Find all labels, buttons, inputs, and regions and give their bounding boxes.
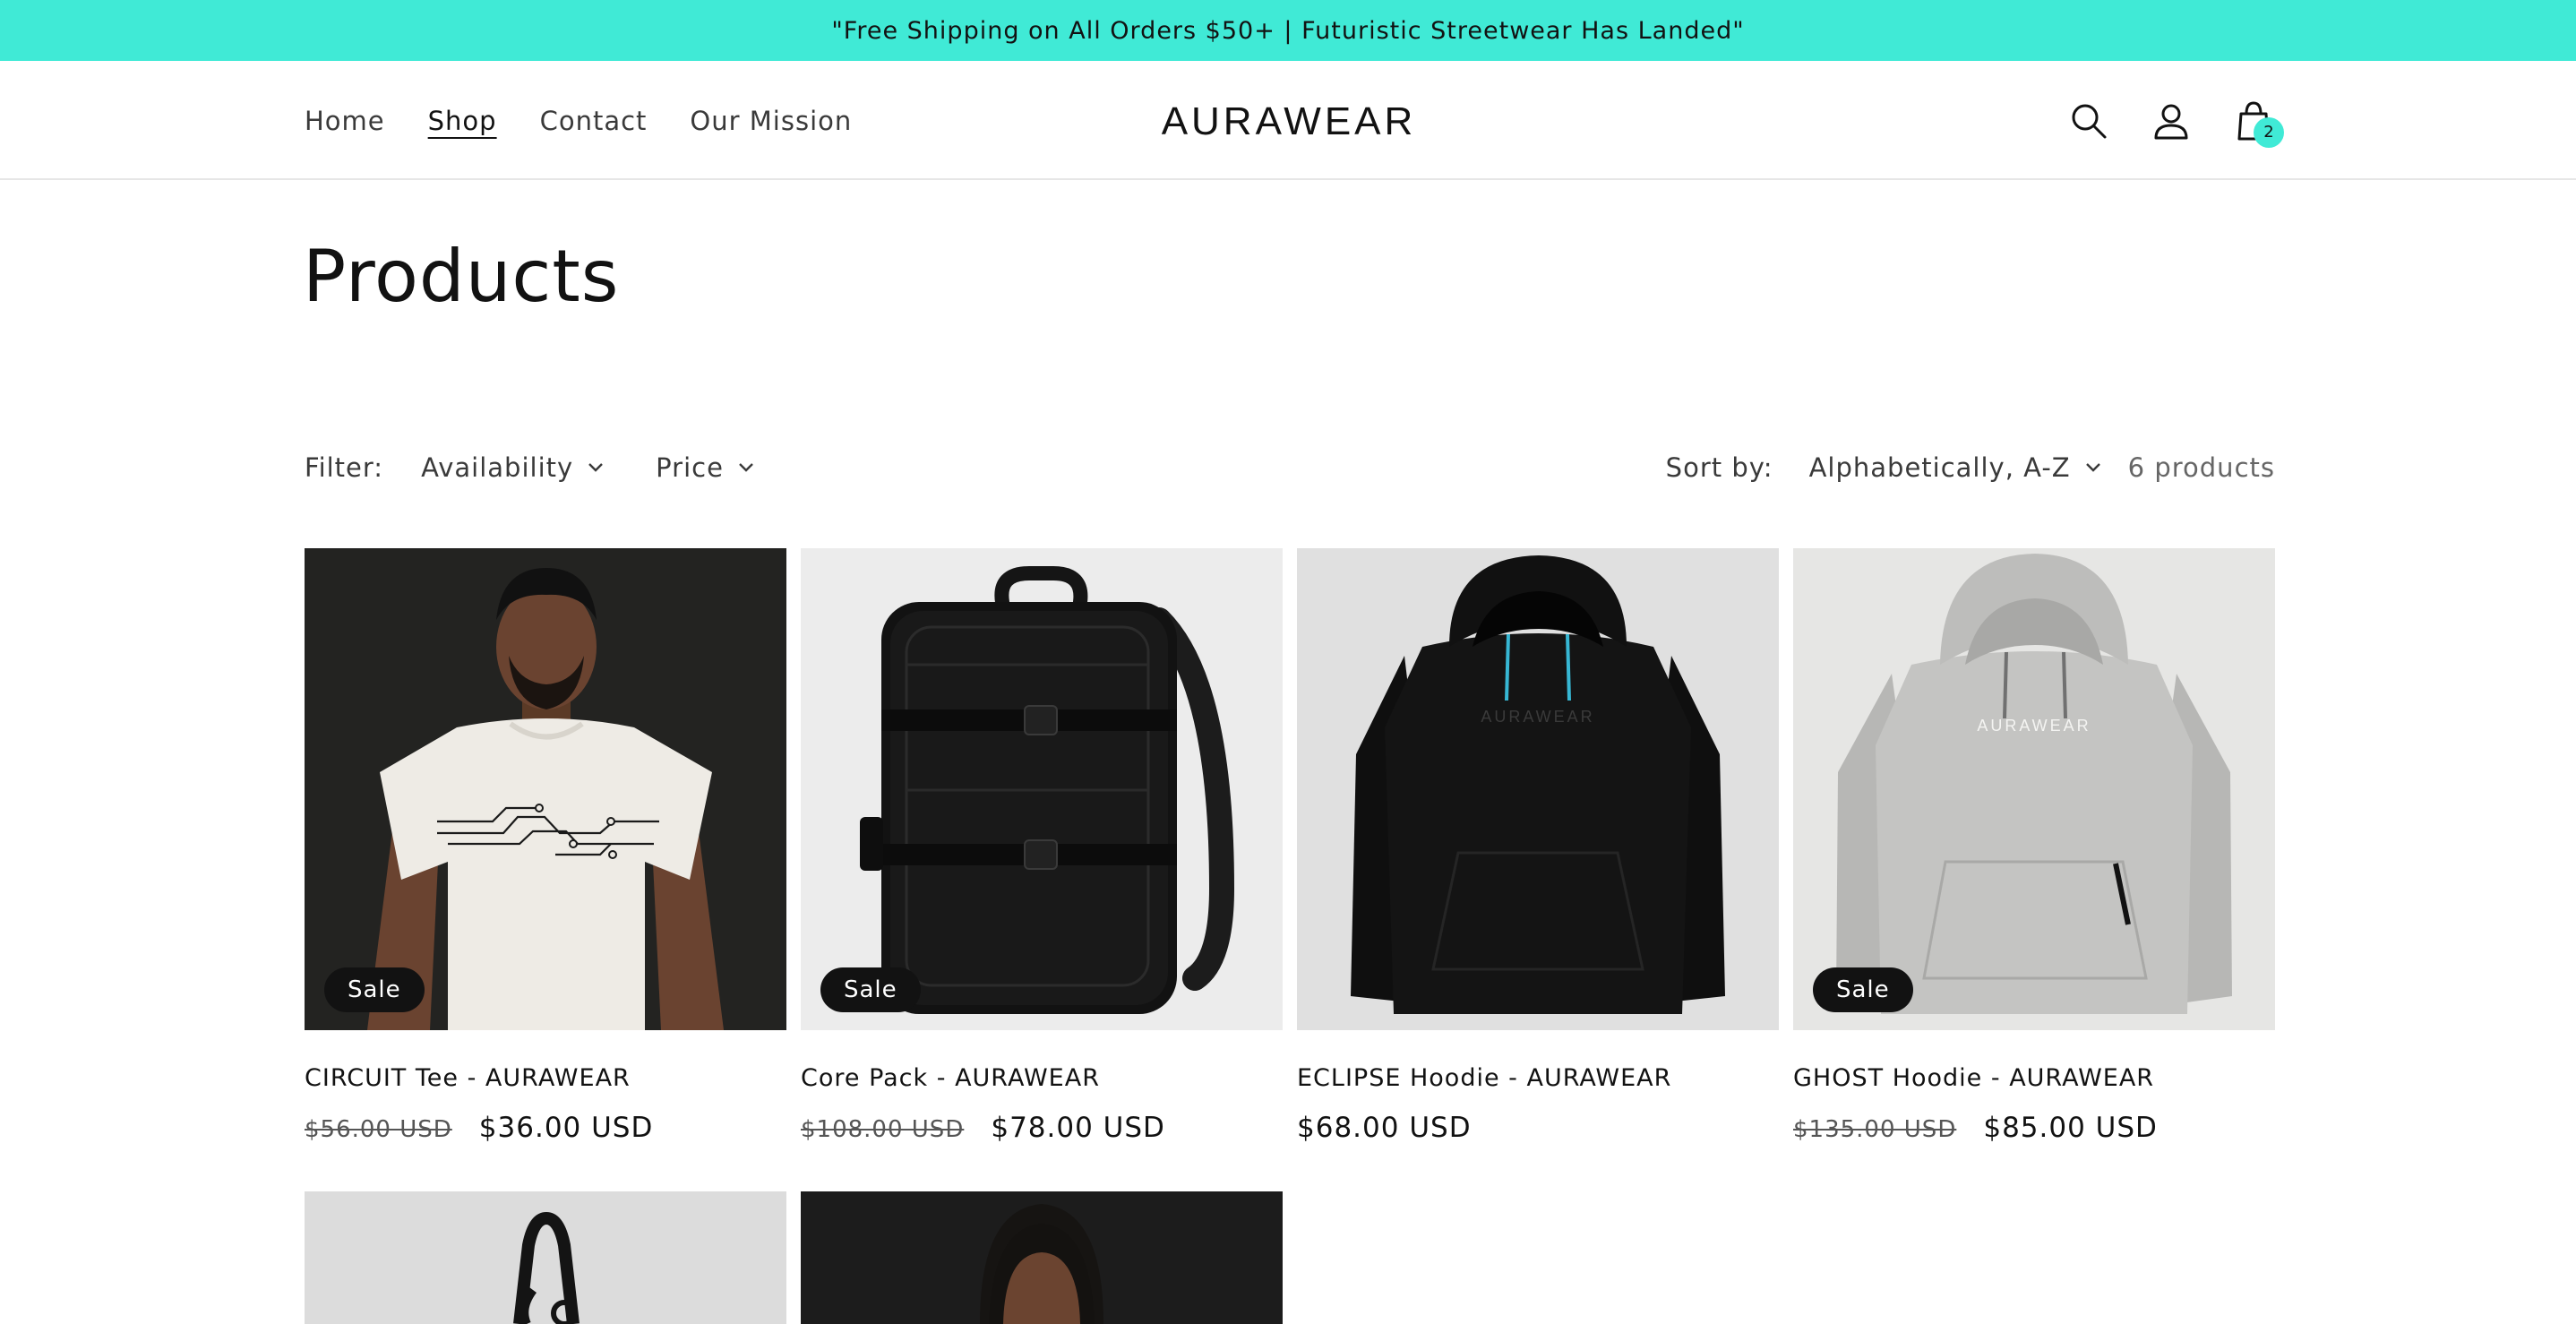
availability-filter-label: Availability [421,452,574,483]
price-row: $135.00 USD $85.00 USD [1793,1112,2275,1144]
sale-price: $36.00 USD [478,1112,654,1144]
product-image[interactable] [801,1191,1283,1324]
product-title[interactable]: Core Pack - AURAWEAR [801,1064,1283,1092]
product-card[interactable]: Sale Core Pack - AURAWEAR $108.00 USD $7… [801,548,1283,1144]
site-header: Home Shop Contact Our Mission AURAWEAR 2 [0,61,2576,180]
compare-at-price: $56.00 USD [305,1116,452,1143]
announcement-text: "Free Shipping on All Orders $50+ | Futu… [831,16,1745,45]
search-icon[interactable] [2067,99,2110,142]
cart-icon[interactable]: 2 [2232,99,2284,148]
announcement-bar: "Free Shipping on All Orders $50+ | Futu… [0,0,2576,61]
page-title: Products [303,235,620,318]
chevron-down-icon [2085,463,2100,472]
product-count: 6 products [2127,452,2275,483]
compare-at-price: $108.00 USD [801,1116,965,1143]
product-title[interactable]: ECLIPSE Hoodie - AURAWEAR [1297,1064,1779,1092]
price-row: $108.00 USD $78.00 USD [801,1112,1283,1144]
brand-logo-text: AURAWEAR [1162,99,1417,143]
regular-price: $68.00 USD [1297,1112,1472,1144]
filter-bar: Filter: Availability Price Sort by: Alph… [305,448,2275,487]
product-card[interactable]: AURAWEAR Sale GHOST Hoodie - AURAWEAR $1… [1793,548,2275,1144]
sort-label: Sort by: [1665,452,1773,483]
sale-badge: Sale [1813,967,1913,1012]
sale-price: $85.00 USD [1983,1112,2158,1144]
product-title[interactable]: CIRCUIT Tee - AURAWEAR [305,1064,786,1092]
main-nav: Home Shop Contact Our Mission [305,61,852,180]
product-card[interactable] [801,1191,1283,1324]
sale-badge: Sale [324,967,425,1012]
compare-at-price: $135.00 USD [1793,1116,1957,1143]
cart-count-badge: 2 [2254,116,2284,148]
filter-label: Filter: [305,452,384,483]
sale-price: $78.00 USD [991,1112,1165,1144]
nav-shop[interactable]: Shop [428,106,497,136]
chevron-down-icon [588,463,604,472]
product-card[interactable] [305,1191,786,1324]
product-title[interactable]: GHOST Hoodie - AURAWEAR [1793,1064,2275,1092]
product-card[interactable]: AURAWEAR ECLIPSE Hoodie - AURAWEAR $68.0… [1297,548,1779,1144]
sort-select[interactable]: Alphabetically, A-Z [1809,452,2101,483]
nav-contact[interactable]: Contact [540,106,648,136]
sort-value: Alphabetically, A-Z [1808,452,2071,483]
product-image[interactable]: AURAWEAR Sale [1793,548,2275,1030]
sale-badge: Sale [820,967,921,1012]
sort-controls: Sort by: Alphabetically, A-Z 6 products [1666,452,2275,483]
price-row: $68.00 USD [1297,1112,1779,1144]
product-image[interactable]: Sale [305,548,786,1030]
nav-our-mission[interactable]: Our Mission [690,106,852,136]
product-image[interactable] [305,1191,786,1324]
brand-logo[interactable]: AURAWEAR [1143,97,1435,143]
product-image[interactable]: AURAWEAR [1297,548,1779,1030]
nav-home[interactable]: Home [305,106,385,136]
chevron-down-icon [739,463,753,472]
hoodie-print-text: AURAWEAR [1977,717,2091,735]
price-row: $56.00 USD $36.00 USD [305,1112,786,1144]
price-filter-label: Price [656,452,724,483]
header-icons: 2 [2067,61,2284,180]
account-icon[interactable] [2150,99,2193,142]
availability-filter[interactable]: Availability [421,452,604,483]
price-filter[interactable]: Price [656,452,754,483]
hoodie-print-text: AURAWEAR [1481,708,1594,726]
product-image[interactable]: Sale [801,548,1283,1030]
product-card[interactable]: Sale CIRCUIT Tee - AURAWEAR $56.00 USD $… [305,548,786,1144]
